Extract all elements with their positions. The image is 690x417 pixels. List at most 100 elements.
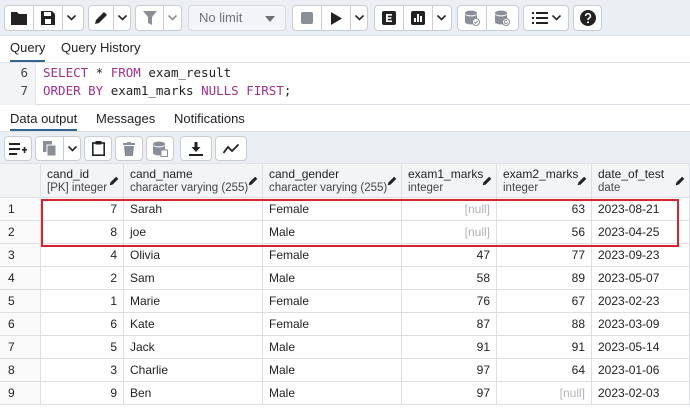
code-text: SELECT * FROM exam_result: [43, 64, 231, 82]
table-cell[interactable]: Male: [263, 382, 402, 405]
sql-keyword: ORDER BY: [43, 83, 104, 98]
filter-button[interactable]: [136, 6, 164, 30]
table-cell[interactable]: 91: [497, 336, 592, 359]
row-number: 3: [0, 244, 41, 267]
edit-dropdown-button[interactable]: [114, 6, 130, 30]
table-cell[interactable]: Charlie: [124, 359, 263, 382]
table-cell[interactable]: 91: [402, 336, 497, 359]
table-cell[interactable]: Ben: [124, 382, 263, 405]
filter-dropdown-button[interactable]: [164, 6, 180, 30]
table-cell[interactable]: 2023-02-23: [592, 290, 690, 313]
tab-data-output[interactable]: Data output: [10, 111, 78, 131]
table-row[interactable]: 4 2 Sam Male 58 89 2023-05-07: [0, 267, 690, 290]
explain-analyze-button[interactable]: [404, 6, 433, 30]
column-header[interactable]: cand_id [PK] integer: [41, 164, 124, 198]
commit-button[interactable]: [458, 6, 487, 30]
table-row[interactable]: 9 9 Ben Male 97 [null] 2023-02-03: [0, 382, 690, 405]
add-row-button[interactable]: [5, 137, 31, 160]
code-text: ORDER BY exam1_marks NULLS FIRST;: [43, 82, 291, 100]
table-cell[interactable]: 4: [41, 244, 124, 267]
table-row[interactable]: 7 5 Jack Male 91 91 2023-05-14: [0, 336, 690, 359]
table-cell[interactable]: Sam: [124, 267, 263, 290]
help-button[interactable]: [574, 6, 601, 30]
explain-group: [374, 5, 452, 31]
table-cell[interactable]: 3: [41, 359, 124, 382]
table-cell[interactable]: 2023-02-03: [592, 382, 690, 405]
table-cell[interactable]: 77: [497, 244, 592, 267]
macros-button[interactable]: [524, 6, 568, 30]
table-cell[interactable]: 6: [41, 313, 124, 336]
column-header[interactable]: cand_name character varying (255): [124, 164, 263, 198]
row-number: 2: [0, 221, 41, 244]
copy-dropdown-button[interactable]: [64, 137, 80, 160]
table-row[interactable]: 5 1 Marie Female 76 67 2023-02-23: [0, 290, 690, 313]
column-header[interactable]: cand_gender character varying (255): [263, 164, 402, 198]
sql-editor[interactable]: 6 SELECT * FROM exam_result 7 ORDER BY e…: [0, 63, 690, 105]
tab-notifications[interactable]: Notifications: [174, 111, 245, 126]
table-cell[interactable]: 1: [41, 290, 124, 313]
editor-line: 7 ORDER BY exam1_marks NULLS FIRST;: [0, 82, 690, 100]
table-cell[interactable]: 2023-03-09: [592, 313, 690, 336]
tab-query-history[interactable]: Query History: [61, 40, 140, 55]
file-group: [4, 5, 84, 31]
save-data-button[interactable]: [147, 137, 173, 160]
column-header[interactable]: date_of_test date: [592, 164, 690, 198]
table-cell[interactable]: Male: [263, 267, 402, 290]
column-header[interactable]: exam1_marks integer: [402, 164, 497, 198]
table-cell[interactable]: Female: [263, 244, 402, 267]
table-cell[interactable]: 89: [497, 267, 592, 290]
table-cell[interactable]: 5: [41, 336, 124, 359]
table-cell[interactable]: 87: [402, 313, 497, 336]
execute-dropdown-button[interactable]: [351, 6, 367, 30]
save-button[interactable]: [34, 6, 63, 30]
table-cell[interactable]: Kate: [124, 313, 263, 336]
table-row[interactable]: 6 6 Kate Female 87 88 2023-03-09: [0, 313, 690, 336]
table-cell[interactable]: 2023-01-06: [592, 359, 690, 382]
table-cell[interactable]: 9: [41, 382, 124, 405]
table-cell[interactable]: 97: [402, 359, 497, 382]
table-cell[interactable]: Female: [263, 290, 402, 313]
delete-row-button[interactable]: [116, 137, 142, 160]
table-cell[interactable]: Male: [263, 336, 402, 359]
rollback-button[interactable]: [487, 6, 516, 30]
table-cell[interactable]: Male: [263, 359, 402, 382]
paste-button[interactable]: [85, 137, 111, 160]
table-cell[interactable]: Olivia: [124, 244, 263, 267]
chevron-down-icon: [436, 15, 446, 21]
table-row[interactable]: 8 3 Charlie Male 97 64 2023-01-06: [0, 359, 690, 382]
tab-messages[interactable]: Messages: [96, 111, 155, 126]
table-cell[interactable]: 2023-05-07: [592, 267, 690, 290]
execute-button[interactable]: [322, 6, 351, 30]
stop-button[interactable]: [293, 6, 322, 30]
pencil-icon: [109, 176, 119, 186]
table-cell[interactable]: 76: [402, 290, 497, 313]
graph-visualiser-button[interactable]: [216, 137, 246, 160]
edit-button[interactable]: [89, 6, 115, 30]
table-cell[interactable]: Jack: [124, 336, 263, 359]
table-cell[interactable]: 2023-09-23: [592, 244, 690, 267]
copy-button[interactable]: [36, 137, 64, 160]
column-header[interactable]: exam2_marks integer: [497, 164, 592, 198]
save-dropdown-button[interactable]: [63, 6, 79, 30]
explain-dropdown-button[interactable]: [433, 6, 449, 30]
table-cell[interactable]: Marie: [124, 290, 263, 313]
table-cell[interactable]: 47: [402, 244, 497, 267]
table-cell[interactable]: 2023-05-14: [592, 336, 690, 359]
table-cell[interactable]: [null]: [497, 382, 592, 405]
row-limit-select[interactable]: No limit: [188, 5, 286, 31]
table-cell[interactable]: 58: [402, 267, 497, 290]
open-file-button[interactable]: [5, 6, 34, 30]
download-button[interactable]: [181, 137, 211, 160]
database-undo-icon: [494, 10, 510, 26]
table-cell[interactable]: 64: [497, 359, 592, 382]
table-cell[interactable]: 97: [402, 382, 497, 405]
table-cell[interactable]: 67: [497, 290, 592, 313]
table-row[interactable]: 3 4 Olivia Female 47 77 2023-09-23: [0, 244, 690, 267]
table-cell[interactable]: Female: [263, 313, 402, 336]
row-number: 4: [0, 267, 41, 290]
table-cell[interactable]: 2: [41, 267, 124, 290]
play-icon: [331, 11, 342, 25]
tab-query[interactable]: Query: [10, 40, 46, 62]
table-cell[interactable]: 88: [497, 313, 592, 336]
explain-button[interactable]: [375, 6, 404, 30]
